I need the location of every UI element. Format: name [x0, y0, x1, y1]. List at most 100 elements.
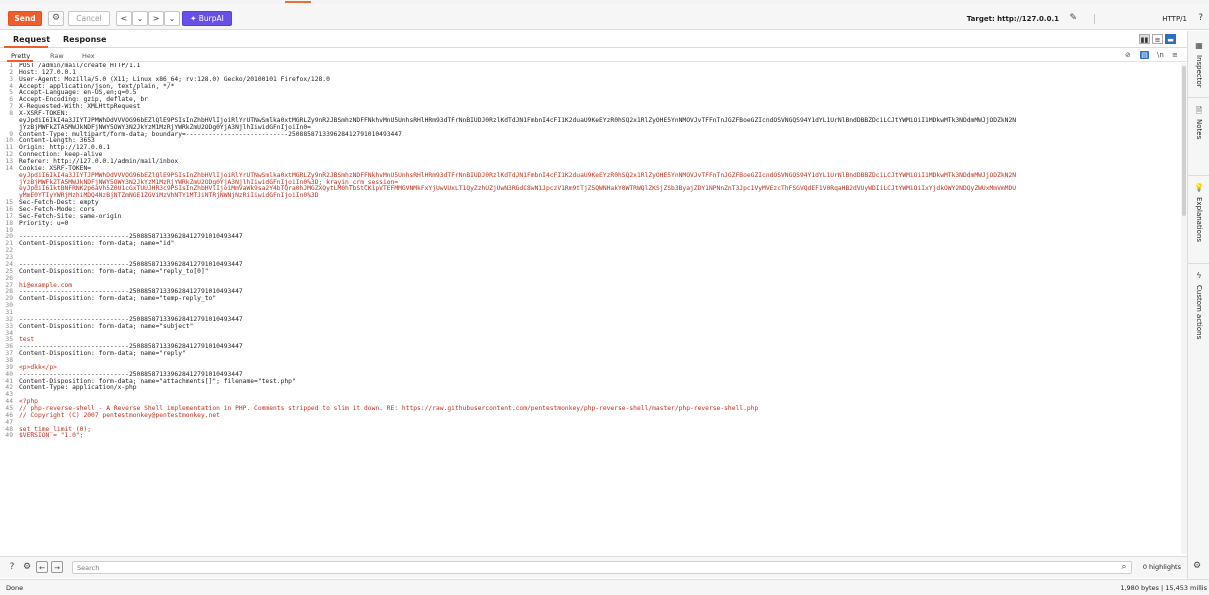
code-line[interactable]: 11 Origin: http://127.0.0.1: [0, 144, 1187, 152]
menu-icon[interactable]: ≡: [1172, 51, 1178, 59]
sidebar-divider: [1188, 97, 1209, 98]
burpai-label: BurpAI: [198, 14, 224, 23]
inspector-tab[interactable]: ▦ Inspector: [1188, 41, 1209, 88]
editor-scrollbar-thumb[interactable]: [1182, 66, 1186, 216]
line-text: Content-Disposition: form-data; name="te…: [19, 295, 217, 303]
line-text: Content-Type: application/x-php: [19, 384, 137, 392]
editor-view-tabs: Pretty Raw Hex ⊘ ▤ \n ≡: [0, 49, 1187, 62]
code-line[interactable]: 26: [0, 275, 1187, 283]
send-button[interactable]: Send: [8, 11, 42, 26]
subtab-raw[interactable]: Raw: [50, 52, 64, 60]
lightning-icon: ϟ: [1196, 271, 1202, 280]
request-response-tabs: Request Response ▮▮ ≡ ▬: [0, 31, 1187, 48]
help-circle-icon[interactable]: ?: [6, 561, 18, 573]
code-line[interactable]: 30: [0, 302, 1187, 310]
tab-request[interactable]: Request: [13, 35, 50, 44]
tab-response[interactable]: Response: [63, 35, 106, 44]
http-version-label[interactable]: HTTP/1: [1162, 15, 1187, 23]
custom-actions-tab[interactable]: ϟ Custom actions: [1188, 271, 1209, 339]
custom-actions-label: Custom actions: [1195, 285, 1203, 340]
code-line[interactable]: 7 X-Requested-With: XMLHttpRequest: [0, 103, 1187, 111]
active-subtab-underline: [7, 60, 33, 62]
code-line[interactable]: 10 Content-Length: 3653: [0, 138, 1187, 145]
newline-toggle[interactable]: \n: [1157, 51, 1164, 59]
layout-tabs-icon[interactable]: ▬: [1165, 34, 1176, 44]
code-line[interactable]: 1 POST /admin/mail/create HTTP/1.1: [0, 63, 1187, 70]
forward-menu-button[interactable]: ⌄: [164, 11, 180, 26]
code-line[interactable]: 38: [0, 357, 1187, 365]
code-line[interactable]: 21 Content-Disposition: form-data; name="…: [0, 240, 1187, 248]
code-line[interactable]: 42 Content-Type: application/x-php: [0, 384, 1187, 392]
code-line[interactable]: 9 Content-Type: multipart/form-data; boun…: [0, 131, 1187, 139]
line-text: Priority: u=0: [19, 219, 69, 227]
notes-icon: 🗎: [1195, 106, 1203, 115]
code-line[interactable]: 34: [0, 330, 1187, 338]
active-tab-marker: [285, 1, 311, 3]
code-line[interactable]: 25 Content-Disposition: form-data; name="…: [0, 267, 1187, 276]
status-text: Done: [6, 584, 24, 592]
code-line[interactable]: 29 Content-Disposition: form-data; name="…: [0, 295, 1187, 303]
subtab-hex[interactable]: Hex: [82, 52, 95, 60]
code-line[interactable]: 6 Accept-Encoding: gzip, deflate, br: [0, 96, 1187, 104]
line-text: $VERSION = "1.0";: [19, 432, 84, 440]
settings-gear-icon[interactable]: ⚙: [1193, 561, 1201, 571]
line-text: // Copyright (C) 2007 pentestmonkey@pent…: [19, 411, 220, 419]
message-actions-icon[interactable]: ▤: [1140, 51, 1149, 59]
notes-tab[interactable]: 🗎 Notes: [1188, 105, 1209, 139]
code-line[interactable]: 3 User-Agent: Mozilla/5.0 (X11; Linux x86…: [0, 76, 1187, 84]
inspector-sidebar: ▦ Inspector 🗎 Notes 💡 Explanations ϟ Cus…: [1187, 31, 1209, 580]
back-menu-button[interactable]: ⌄: [132, 11, 148, 26]
line-number: 14: [5, 164, 13, 172]
request-editor[interactable]: 1 POST /admin/mail/create HTTP/1.1 2 Host: …: [0, 63, 1187, 554]
layout-split-vertical-icon[interactable]: ≡: [1152, 34, 1163, 44]
code-line[interactable]: 13 Referer: http://127.0.0.1/admin/mail/i…: [0, 158, 1187, 166]
status-bar: Done 1,980 bytes | 15,453 millis: [0, 579, 1209, 595]
search-input[interactable]: [72, 561, 1132, 574]
code-line[interactable]: 18 Priority: u=0: [0, 219, 1187, 228]
code-line[interactable]: 15 Sec-Fetch-Dest: empty: [0, 199, 1187, 207]
cancel-button[interactable]: Cancel: [68, 11, 110, 26]
code-line[interactable]: 22: [0, 247, 1187, 255]
edit-target-pencil-icon[interactable]: ✎: [1069, 13, 1077, 23]
search-bar: ? ⚙ ← → ⌕ 0 highlights: [0, 556, 1187, 578]
settings-gear-icon[interactable]: ⚙: [21, 561, 33, 573]
next-match-button[interactable]: →: [51, 561, 63, 573]
forward-button[interactable]: >: [148, 11, 164, 26]
code-line[interactable]: 43: [0, 391, 1187, 399]
line-text: Content-Disposition: form-data; name="re…: [19, 267, 209, 275]
code-line[interactable]: 49 $VERSION = "1.0";: [0, 432, 1187, 440]
highlights-count: 0 highlights: [1142, 563, 1181, 571]
inspector-label: Inspector: [1195, 55, 1203, 88]
subtab-pretty[interactable]: Pretty: [11, 52, 30, 60]
code-line[interactable]: 41 Content-Disposition: form-data; name="…: [0, 378, 1187, 386]
help-icon[interactable]: ?: [1198, 13, 1203, 23]
code-line[interactable]: 16 Sec-Fetch-Mode: cors: [0, 206, 1187, 214]
layout-split-horizontal-icon[interactable]: ▮▮: [1139, 34, 1150, 44]
line-number: 8: [9, 110, 13, 118]
inspector-grid-icon: ▦: [1195, 41, 1203, 50]
sidebar-divider: [1188, 263, 1209, 264]
code-line[interactable]: 17 Sec-Fetch-Site: same-origin: [0, 213, 1187, 221]
code-line[interactable]: 20 -----------------------------250885871…: [0, 234, 1187, 241]
toolbar-divider: [1094, 14, 1095, 24]
line-text: Content-Disposition: form-data; name="re…: [19, 350, 186, 358]
code-line[interactable]: 5 Accept-Language: en-US,en;q=0.5: [0, 90, 1187, 97]
explanations-label: Explanations: [1195, 197, 1203, 243]
hide-visibility-icon[interactable]: ⊘: [1125, 51, 1131, 59]
explanations-tab[interactable]: 💡 Explanations: [1188, 183, 1209, 242]
previous-match-button[interactable]: ←: [36, 561, 48, 573]
code-line[interactable]: 46// Copyright (C) 2007 pentestmonkey@pe…: [0, 411, 1187, 420]
code-line[interactable]: 33 Content-Disposition: form-data; name="…: [0, 323, 1187, 331]
code-line[interactable]: yMmE0YTIyYWRjMzhiMDQ4NzBjNTZmNGE1ZGViMzV…: [0, 192, 1187, 200]
code-line[interactable]: 48 set_time_limit (0);: [0, 426, 1187, 434]
lightbulb-icon: 💡: [1194, 183, 1204, 192]
active-tab-underline: [4, 46, 48, 48]
sparkle-icon: ✦: [190, 14, 199, 23]
back-button[interactable]: <: [116, 11, 132, 26]
burpai-button[interactable]: ✦ BurpAI: [182, 11, 232, 26]
code-line[interactable]: 37 Content-Disposition: form-data; name="…: [0, 350, 1187, 358]
toolbar: Send ⚙ Cancel < ⌄ > ⌄ ✦ BurpAI Target: h…: [0, 4, 1209, 30]
code-line[interactable]: 4 Accept: application/json, text/plain, *…: [0, 83, 1187, 91]
code-line[interactable]: 47: [0, 419, 1187, 427]
settings-gear-icon[interactable]: ⚙: [48, 11, 64, 26]
